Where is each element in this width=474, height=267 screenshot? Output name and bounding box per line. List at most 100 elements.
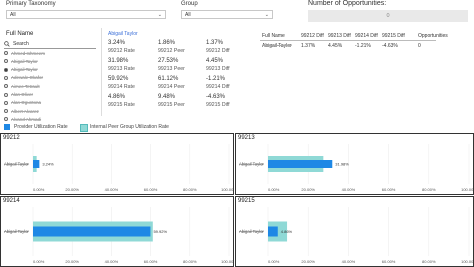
- chevron-down-icon: ⌄: [264, 12, 269, 18]
- search-icon: [4, 41, 10, 47]
- radio-icon[interactable]: [4, 84, 8, 89]
- x-tick-label: 40.00%: [342, 259, 356, 264]
- full-name-option[interactable]: Albert Alvarez: [4, 107, 39, 115]
- x-tick-label: 100.00%: [461, 259, 473, 264]
- bar-chart: 0.00% 20.00% 40.00% 60.00% 80.00% 100.00% 3.24…: [4, 144, 233, 192]
- radio-icon[interactable]: [4, 117, 8, 122]
- radio-icon[interactable]: [4, 51, 8, 55]
- full-name-option-label: Aimee Tetrault: [11, 83, 40, 89]
- chevron-down-icon: ⌄: [157, 12, 162, 18]
- x-tick-label: 60.00%: [144, 259, 158, 264]
- chart-panel-99212: 992120.00%20.00%40.00%60.00%80.00%100.00…: [0, 133, 234, 195]
- chart-panel-99213: 992130.00%20.00%40.00%60.00%80.00%100.00…: [235, 133, 474, 195]
- metric-label: 99214 Diff: [206, 83, 230, 90]
- x-tick-label: 20.00%: [65, 187, 79, 192]
- x-tick-label: 100.00%: [461, 187, 473, 192]
- category-label: Abigail Taylor: [4, 229, 29, 234]
- bar-chart: 0.00% 20.00% 40.00% 60.00% 80.00% 100.00% 31.9…: [239, 144, 473, 192]
- data-label: 31.98%: [335, 162, 349, 167]
- table-header[interactable]: Full Name: [262, 33, 285, 39]
- x-tick-label: 0.00%: [268, 259, 280, 264]
- metric-label: 99212 Rate: [108, 47, 135, 54]
- metric-value: 1.37%: [206, 40, 224, 46]
- provider-legend-text: Provider Utilization Rate: [14, 124, 68, 130]
- metric-value: 59.92%: [108, 76, 129, 82]
- table-header[interactable]: 99214 Diff: [355, 33, 378, 39]
- table-header[interactable]: 99212 Diff: [301, 33, 324, 39]
- full-name-option-label: Alan Oguntona: [11, 100, 42, 106]
- x-tick-label: 20.00%: [65, 259, 79, 264]
- radio-icon[interactable]: [4, 109, 8, 114]
- metric-label: 99214 Rate: [108, 83, 135, 90]
- table-header[interactable]: 99215 Diff: [382, 33, 405, 39]
- data-label: 3.24%: [42, 162, 54, 167]
- full-name-option[interactable]: Adewale Okafor: [4, 74, 43, 82]
- x-tick-label: 0.00%: [268, 187, 280, 192]
- metric-label: 99215 Peer: [158, 101, 185, 108]
- full-name-search[interactable]: Search: [4, 40, 96, 49]
- table-cell: -4.63%: [382, 43, 398, 49]
- peer-legend-text: Internal Peer Group Utilization Rate: [90, 124, 169, 130]
- x-tick-label: 80.00%: [183, 187, 197, 192]
- x-tick-label: 20.00%: [301, 259, 315, 264]
- table-cell: 1.37%: [301, 43, 316, 49]
- full-name-option[interactable]: Ahmed Ishmeem: [4, 49, 45, 57]
- table-header[interactable]: 99213 Diff: [328, 33, 351, 39]
- x-tick-label: 100.00%: [221, 259, 233, 264]
- x-tick-label: 60.00%: [382, 187, 396, 192]
- opportunities-label: Number of Opportunities:: [308, 0, 387, 7]
- full-name-option[interactable]: Aimee Tetrault: [4, 82, 40, 90]
- chart-panel-99214: 992140.00%20.00%40.00%60.00%80.00%100.00…: [0, 196, 234, 267]
- opportunities-value: 0: [308, 10, 468, 22]
- full-name-option-label: Abigail Taylor: [11, 67, 38, 73]
- provider-bar: [268, 226, 278, 237]
- full-name-option-label: Adewale Okafor: [11, 75, 44, 81]
- x-tick-label: 40.00%: [105, 259, 119, 264]
- metric-label: 99214 Peer: [158, 83, 185, 90]
- radio-icon[interactable]: [4, 59, 8, 64]
- full-name-option[interactable]: Abigail Taylor: [4, 66, 38, 74]
- metric-value: 9.48%: [158, 94, 176, 100]
- radio-icon[interactable]: [4, 67, 8, 72]
- radio-icon[interactable]: [4, 92, 8, 97]
- x-tick-label: 40.00%: [342, 187, 356, 192]
- full-name-option-label: Ahmed Ishmeem: [11, 50, 46, 56]
- group-label: Group: [181, 1, 198, 7]
- full-name-option[interactable]: Alvand Ahmadi: [4, 115, 41, 123]
- primary-taxonomy-value: All: [10, 12, 16, 18]
- metric-label: 99213 Rate: [108, 65, 135, 72]
- metric-value: 1.86%: [158, 40, 176, 46]
- primary-taxonomy-dropdown[interactable]: All ⌄: [6, 10, 166, 19]
- peer-legend-swatch: [80, 124, 88, 132]
- group-value: All: [185, 12, 191, 18]
- table-cell: -1.21%: [355, 43, 371, 49]
- x-tick-label: 0.00%: [33, 187, 45, 192]
- group-dropdown[interactable]: All ⌄: [181, 10, 273, 19]
- radio-icon[interactable]: [4, 100, 8, 105]
- category-label: Abigail Taylor: [239, 162, 264, 167]
- x-tick-label: 80.00%: [422, 187, 436, 192]
- metric-value: -4.63%: [206, 94, 226, 100]
- table-cell: 4.45%: [328, 43, 343, 49]
- data-label: 59.92%: [153, 229, 167, 234]
- metric-value: 4.45%: [206, 58, 224, 64]
- x-tick-label: 80.00%: [422, 259, 436, 264]
- x-tick-label: 60.00%: [382, 259, 396, 264]
- x-tick-label: 80.00%: [183, 259, 197, 264]
- x-tick-label: 100.00%: [221, 187, 233, 192]
- full-name-option-label: Alan Oliver: [11, 92, 34, 97]
- x-tick-label: 20.00%: [301, 187, 315, 192]
- full-name-option[interactable]: Alan Oliver: [4, 91, 33, 99]
- category-label: Abigail Taylor: [4, 162, 29, 167]
- search-label: Search: [13, 41, 29, 47]
- table-header[interactable]: Opportunities: [418, 33, 448, 39]
- full-name-option[interactable]: Abigail Taylor: [4, 57, 38, 65]
- x-tick-label: 0.00%: [33, 259, 45, 264]
- primary-taxonomy-label: Primary Taxonomy: [6, 1, 56, 7]
- full-name-option[interactable]: Alan Oguntona: [4, 99, 41, 107]
- metric-label: 99212 Diff: [206, 47, 230, 54]
- full-name-title: Full Name: [6, 31, 34, 37]
- radio-icon[interactable]: [4, 75, 8, 80]
- provider-bar: [33, 160, 40, 168]
- metric-value: 31.98%: [108, 58, 129, 64]
